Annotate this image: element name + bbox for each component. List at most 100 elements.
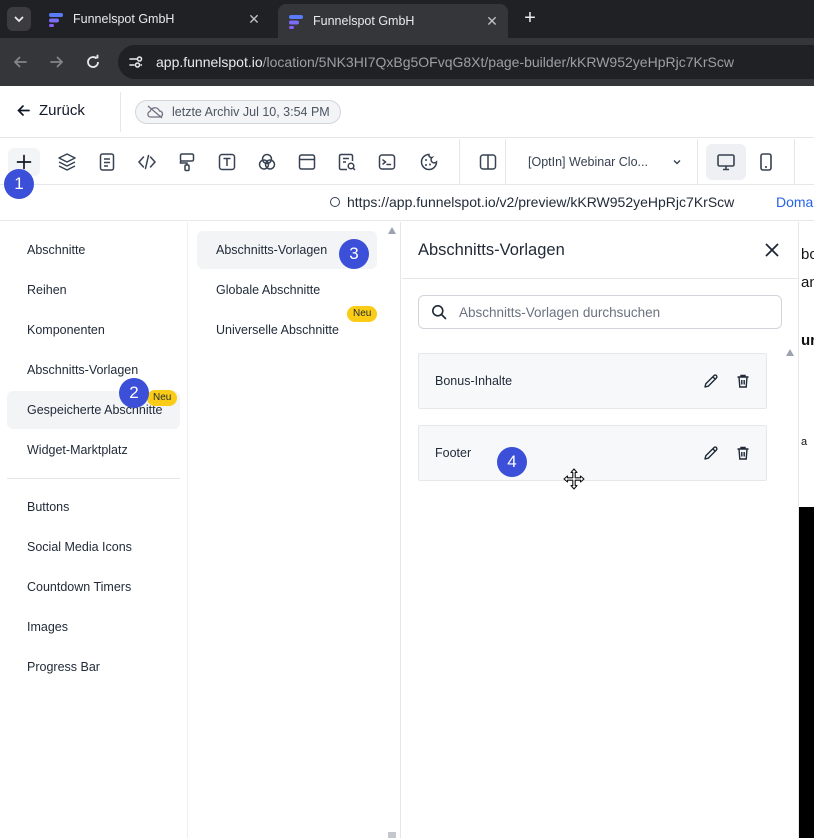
- sidebar-item-label: Social Media Icons: [27, 540, 132, 554]
- divider: [7, 478, 180, 479]
- builder-toolbar: [OptIn] Webinar Clo...: [0, 139, 814, 185]
- sidebar-item-label: Images: [27, 620, 68, 634]
- url-domain: app.funnelspot.io: [156, 54, 263, 70]
- tab-title: Funnelspot GmbH: [313, 14, 415, 28]
- section-templates-panel: Abschnitts-Vorlagen Bonus-Inhalte Footer: [402, 222, 798, 838]
- domain-link[interactable]: Doma: [776, 194, 813, 210]
- sidebar-item-label: Progress Bar: [27, 660, 100, 674]
- preview-url-bar: https://app.funnelspot.io/v2/preview/kKR…: [0, 185, 814, 221]
- sidebar-item-social-media-icons[interactable]: Social Media Icons: [7, 528, 180, 566]
- browser-tab[interactable]: Funnelspot GmbH ✕: [38, 0, 270, 38]
- cookie-button[interactable]: [413, 148, 445, 176]
- step-marker: 3: [339, 239, 369, 269]
- sidebar-item-label: Reihen: [27, 283, 67, 297]
- funnelspot-favicon-icon: [49, 12, 63, 27]
- desktop-view-button[interactable]: [706, 144, 746, 180]
- mobile-view-button[interactable]: [750, 144, 782, 180]
- sidebar-item-progress-bar[interactable]: Progress Bar: [7, 648, 180, 686]
- scroll-up-arrow-icon[interactable]: [388, 227, 396, 234]
- close-icon[interactable]: ✕: [482, 13, 502, 30]
- sidebar-item-label: Abschnitts-Vorlagen: [27, 363, 139, 377]
- page-canvas-preview[interactable]: bo an ur a: [798, 222, 814, 838]
- scroll-up-arrow-icon[interactable]: [786, 349, 794, 356]
- chevron-down-icon: [672, 157, 682, 167]
- sidebar-item-label: Komponenten: [27, 323, 105, 337]
- sidebar-item-sections[interactable]: Abschnitte: [7, 231, 180, 269]
- address-bar[interactable]: app.funnelspot.io/location/5NK3HI7QxBg5O…: [118, 45, 814, 79]
- styles-button[interactable]: [171, 148, 203, 176]
- scrollbar[interactable]: [388, 832, 396, 838]
- tracking-code-button[interactable]: [371, 148, 403, 176]
- template-item[interactable]: Footer: [418, 425, 767, 481]
- close-icon: [765, 243, 779, 257]
- template-name: Footer: [435, 446, 472, 460]
- canvas-text: a: [801, 436, 808, 448]
- new-tab-button[interactable]: +: [520, 8, 540, 28]
- pages-button[interactable]: [91, 148, 123, 176]
- cloud-off-icon: [146, 105, 164, 119]
- new-badge: Neu: [147, 390, 178, 406]
- sidebar-item-section-templates[interactable]: Abschnitts-Vorlagen: [7, 351, 180, 389]
- url-path: /location/5NK3HI7QxBg5OFvqG8Xt/page-buil…: [262, 54, 734, 70]
- plus-icon: [16, 154, 32, 170]
- category-global-sections[interactable]: Globale Abschnitte: [197, 271, 377, 309]
- trash-icon[interactable]: [734, 444, 752, 462]
- seo-button[interactable]: [331, 148, 363, 176]
- canvas-video-block: [799, 507, 814, 838]
- smartphone-icon: [760, 153, 772, 171]
- terminal-icon: [378, 154, 396, 170]
- sidebar-item-widget-marketplace[interactable]: Widget-Marktplatz: [7, 431, 180, 469]
- typography-button[interactable]: [211, 148, 243, 176]
- back-arrow-icon[interactable]: [10, 52, 30, 72]
- address-url: app.funnelspot.io/location/5NK3HI7QxBg5O…: [156, 54, 734, 70]
- template-item[interactable]: Bonus-Inhalte: [418, 353, 767, 409]
- browser-tab-bar: Funnelspot GmbH ✕ Funnelspot GmbH ✕ +: [0, 0, 814, 38]
- reload-icon[interactable]: [83, 52, 103, 72]
- canvas-text: ur: [801, 332, 814, 349]
- sidebar-item-images[interactable]: Images: [7, 608, 180, 646]
- browser-tab-active[interactable]: Funnelspot GmbH ✕: [278, 4, 508, 38]
- tab-search-button[interactable]: [7, 7, 31, 31]
- chevron-down-icon: [14, 16, 24, 23]
- circle-icon: [330, 197, 340, 207]
- split-panel-icon: [479, 154, 497, 170]
- color-circles-icon: [258, 153, 276, 170]
- trash-icon[interactable]: [734, 372, 752, 390]
- page-select-dropdown[interactable]: [OptIn] Webinar Clo...: [516, 148, 692, 176]
- builder-header: Zurück letzte Archiv Jul 10, 3:54 PM: [0, 86, 814, 138]
- divider: [402, 278, 798, 279]
- forward-arrow-icon[interactable]: [47, 52, 67, 72]
- pencil-icon[interactable]: [702, 444, 720, 462]
- code-button[interactable]: [131, 148, 163, 176]
- sidebar-item-label: Buttons: [27, 500, 70, 514]
- layout-button[interactable]: [291, 148, 323, 176]
- sidebar-item-rows[interactable]: Reihen: [7, 271, 180, 309]
- text-icon: [218, 153, 236, 171]
- layers-button[interactable]: [51, 148, 83, 176]
- canvas-text: an: [801, 274, 814, 291]
- monitor-icon: [717, 154, 735, 171]
- step-marker: 4: [497, 447, 527, 477]
- colors-button[interactable]: [251, 148, 283, 176]
- pencil-icon[interactable]: [702, 372, 720, 390]
- archive-label: letzte Archiv Jul 10, 3:54 PM: [172, 105, 330, 119]
- split-view-button[interactable]: [472, 148, 504, 176]
- code-icon: [137, 154, 157, 170]
- preview-url-text: https://app.funnelspot.io/v2/preview/kKR…: [347, 194, 735, 210]
- paint-roller-icon: [179, 153, 195, 172]
- preview-url[interactable]: https://app.funnelspot.io/v2/preview/kKR…: [330, 194, 734, 210]
- close-panel-button[interactable]: [762, 240, 782, 260]
- category-label: Globale Abschnitte: [216, 283, 321, 297]
- sidebar-item-label: Abschnitte: [27, 243, 86, 257]
- sidebar-item-components[interactable]: Komponenten: [7, 311, 180, 349]
- back-button[interactable]: Zurück: [16, 102, 85, 119]
- tab-title: Funnelspot GmbH: [73, 12, 175, 26]
- site-settings-icon[interactable]: [126, 52, 146, 72]
- section-category-panel: Abschnitts-Vorlagen Globale Abschnitte U…: [189, 222, 401, 838]
- canvas-text: bo: [801, 246, 814, 263]
- sidebar-item-buttons[interactable]: Buttons: [7, 488, 180, 526]
- move-cursor-icon: [563, 468, 585, 490]
- template-search-input[interactable]: [459, 304, 759, 320]
- close-icon[interactable]: ✕: [244, 11, 264, 28]
- sidebar-item-countdown-timers[interactable]: Countdown Timers: [7, 568, 180, 606]
